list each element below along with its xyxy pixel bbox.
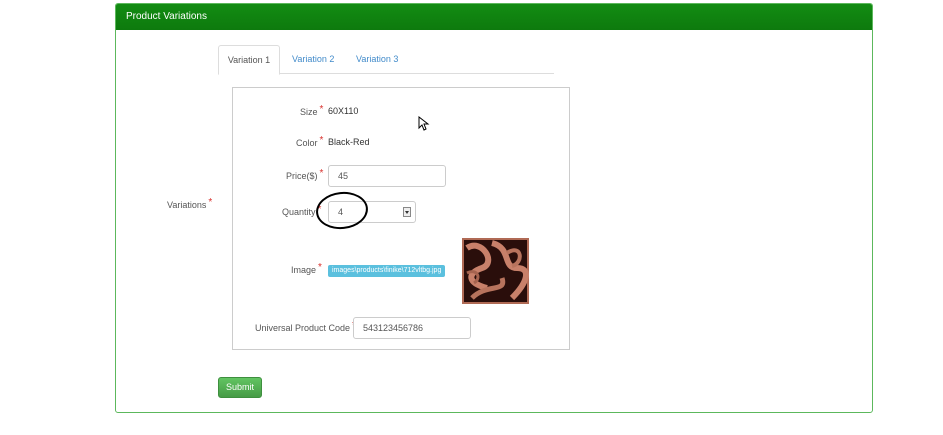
variations-label: Variations * <box>167 197 213 211</box>
required-marker: * <box>319 168 324 179</box>
size-value: 60X110 <box>328 106 359 116</box>
tab-variation-2[interactable]: Variation 2 <box>292 45 334 74</box>
upc-label: Universal Product Code* <box>255 320 356 334</box>
spinner-arrow-icon[interactable] <box>403 207 411 217</box>
tab-variation-3[interactable]: Variation 3 <box>356 45 398 74</box>
quantity-label-text: Quantity <box>282 207 316 217</box>
product-variations-panel: Product Variations Variation 1 Variation… <box>115 3 873 413</box>
color-label-text: Color <box>296 138 318 148</box>
color-label: Color * <box>296 135 324 149</box>
required-marker: * <box>317 204 322 215</box>
image-label-text: Image <box>291 265 317 275</box>
submit-button[interactable]: Submit <box>218 377 262 398</box>
required-marker: * <box>318 262 322 273</box>
color-value: Black-Red <box>328 137 370 147</box>
rug-pattern-image <box>462 238 529 304</box>
variation-form: Size * 60X110 Color * Black-Red Price($) * … <box>232 87 570 350</box>
panel-title: Product Variations <box>116 4 872 30</box>
required-marker: * <box>319 135 324 146</box>
mouse-cursor-icon <box>418 116 430 131</box>
price-input[interactable]: 45 <box>328 165 446 187</box>
variations-label-text: Variations <box>167 200 207 210</box>
price-label: Price($) * <box>286 168 324 182</box>
upc-input[interactable]: 543123456786 <box>353 317 471 339</box>
upc-label-text: Universal Product Code <box>255 323 351 333</box>
required-marker: * <box>319 104 324 115</box>
variation-tabs: Variation 1 Variation 2 Variation 3 <box>218 45 554 75</box>
product-image-thumbnail <box>462 238 529 304</box>
image-file-badge[interactable]: images\products\finike\712vltbg.jpg <box>328 265 446 277</box>
image-label: Image * <box>291 262 322 276</box>
price-label-text: Price($) <box>286 171 318 181</box>
quantity-stepper[interactable]: 4 <box>328 201 416 223</box>
quantity-value: 4 <box>338 207 344 217</box>
quantity-label: Quantity * <box>282 204 322 218</box>
tab-variation-1[interactable]: Variation 1 <box>218 45 280 75</box>
required-marker: * <box>208 197 213 208</box>
size-label-text: Size <box>300 107 318 117</box>
size-label: Size * <box>300 104 324 118</box>
